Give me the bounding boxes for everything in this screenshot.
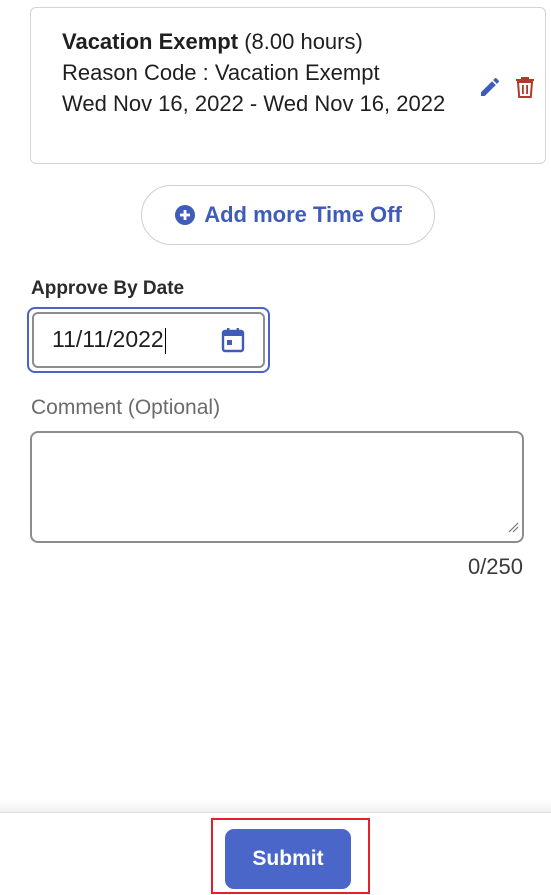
calendar-icon[interactable] <box>221 327 245 353</box>
time-off-entry-details: Vacation Exempt (8.00 hours) Reason Code… <box>62 26 462 119</box>
add-more-time-off-label: Add more Time Off <box>204 202 402 227</box>
add-more-time-off-button[interactable]: Add more Time Off <box>141 185 435 245</box>
approve-by-date-value: 11/11/2022 <box>52 326 166 354</box>
approve-by-date-input[interactable]: 11/11/2022 <box>32 312 265 368</box>
time-off-request-page: Vacation Exempt (8.00 hours) Reason Code… <box>0 0 551 895</box>
time-off-type: Vacation Exempt <box>62 29 239 54</box>
time-off-hours: (8.00 hours) <box>244 29 363 54</box>
time-off-date-range: Wed Nov 16, 2022 - Wed Nov 16, 2022 <box>62 91 446 116</box>
time-off-entry-heading: Vacation Exempt (8.00 hours) <box>62 26 462 57</box>
approve-by-date-label: Approve By Date <box>31 278 185 299</box>
time-off-entry-card: Vacation Exempt (8.00 hours) Reason Code… <box>30 7 546 164</box>
card-actions <box>478 75 536 99</box>
comment-textarea[interactable] <box>30 431 524 543</box>
approve-by-date-focus-ring: 11/11/2022 <box>27 307 270 373</box>
plus-circle-icon <box>174 204 196 226</box>
resize-grip-icon[interactable] <box>507 520 519 538</box>
pencil-icon[interactable] <box>478 75 502 99</box>
time-off-reason: Reason Code : Vacation Exempt <box>62 60 380 85</box>
submit-button[interactable]: Submit <box>225 829 351 889</box>
approve-by-date-text: 11/11/2022 <box>52 326 164 353</box>
trash-icon[interactable] <box>514 75 536 99</box>
comment-label: Comment (Optional) <box>31 396 221 419</box>
comment-character-counter: 0/250 <box>467 554 523 579</box>
text-cursor <box>164 327 166 354</box>
